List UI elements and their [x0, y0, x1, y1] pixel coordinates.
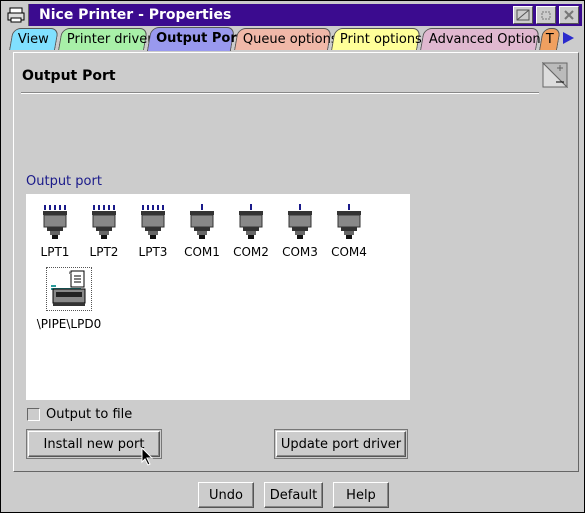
- tab-printer-driver[interactable]: Printer driver: [58, 28, 153, 50]
- tab-queue-options[interactable]: Queue options: [234, 28, 338, 50]
- port-pipe-lpd0[interactable]: \PIPE\LPD0: [34, 267, 104, 331]
- page-title: Output Port: [22, 68, 116, 84]
- serial-port-icon: [239, 204, 263, 239]
- undo-button[interactable]: Undo: [198, 482, 254, 508]
- close-window-icon[interactable]: [559, 6, 579, 24]
- port-label: LPT1: [40, 245, 70, 259]
- port-lpt2[interactable]: LPT2: [80, 204, 128, 259]
- printer-system-menu-icon[interactable]: [3, 4, 29, 26]
- tab-print-options[interactable]: Print options: [331, 28, 422, 50]
- window-title: Nice Printer - Properties: [39, 7, 232, 23]
- mouse-pointer-icon: [141, 446, 155, 471]
- port-lpt3[interactable]: LPT3: [129, 204, 177, 259]
- serial-port-icon: [190, 204, 214, 239]
- properties-window: Nice Printer - Properties View Printer d…: [0, 0, 585, 513]
- checkbox-square[interactable]: [27, 408, 40, 421]
- output-port-group-label: Output port: [26, 174, 102, 189]
- parallel-port-icon: [141, 205, 165, 239]
- update-port-driver-button[interactable]: Update port driver: [274, 429, 408, 459]
- hide-window-icon[interactable]: [513, 6, 533, 24]
- title-bar[interactable]: Nice Printer - Properties: [3, 4, 582, 26]
- port-label: LPT2: [89, 245, 119, 259]
- port-com3[interactable]: COM3: [276, 204, 324, 259]
- tab-truncated[interactable]: T: [539, 28, 561, 50]
- default-button[interactable]: Default: [264, 482, 323, 508]
- port-label: LPT3: [138, 245, 168, 259]
- port-label: COM3: [282, 245, 318, 259]
- serial-port-icon: [288, 204, 312, 239]
- port-label: COM2: [233, 245, 269, 259]
- output-to-file-checkbox[interactable]: Output to file: [27, 407, 132, 422]
- port-label: \PIPE\LPD0: [36, 317, 102, 331]
- page-corner-icon[interactable]: [541, 61, 569, 92]
- restore-window-icon[interactable]: [536, 6, 556, 24]
- port-lpt1[interactable]: LPT1: [31, 204, 79, 259]
- port-com4[interactable]: COM4: [325, 204, 373, 259]
- network-printer-icon: [46, 267, 92, 311]
- tab-strip: View Printer driver Output Port Queue op…: [9, 27, 581, 52]
- parallel-port-icon: [92, 205, 116, 239]
- serial-port-icon: [337, 204, 361, 239]
- tab-output-port[interactable]: Output Port: [146, 27, 243, 51]
- tab-view[interactable]: View: [9, 28, 59, 50]
- help-button[interactable]: Help: [333, 482, 389, 508]
- output-port-page: Output Port Output port LPT1 LPT2 LPT3 C…: [13, 52, 579, 472]
- title-divider: [21, 92, 539, 94]
- port-label: COM1: [184, 245, 220, 259]
- port-com1[interactable]: COM1: [178, 204, 226, 259]
- port-com2[interactable]: COM2: [227, 204, 275, 259]
- parallel-port-icon: [43, 205, 67, 239]
- output-to-file-label: Output to file: [46, 407, 133, 422]
- tab-advanced-options[interactable]: Advanced Options: [420, 28, 547, 50]
- port-icon-container: LPT1 LPT2 LPT3 COM1 COM2 COM3 COM4 \PIPE…: [26, 194, 410, 400]
- scroll-tabs-right-icon[interactable]: [561, 30, 575, 50]
- port-label: COM4: [331, 245, 367, 259]
